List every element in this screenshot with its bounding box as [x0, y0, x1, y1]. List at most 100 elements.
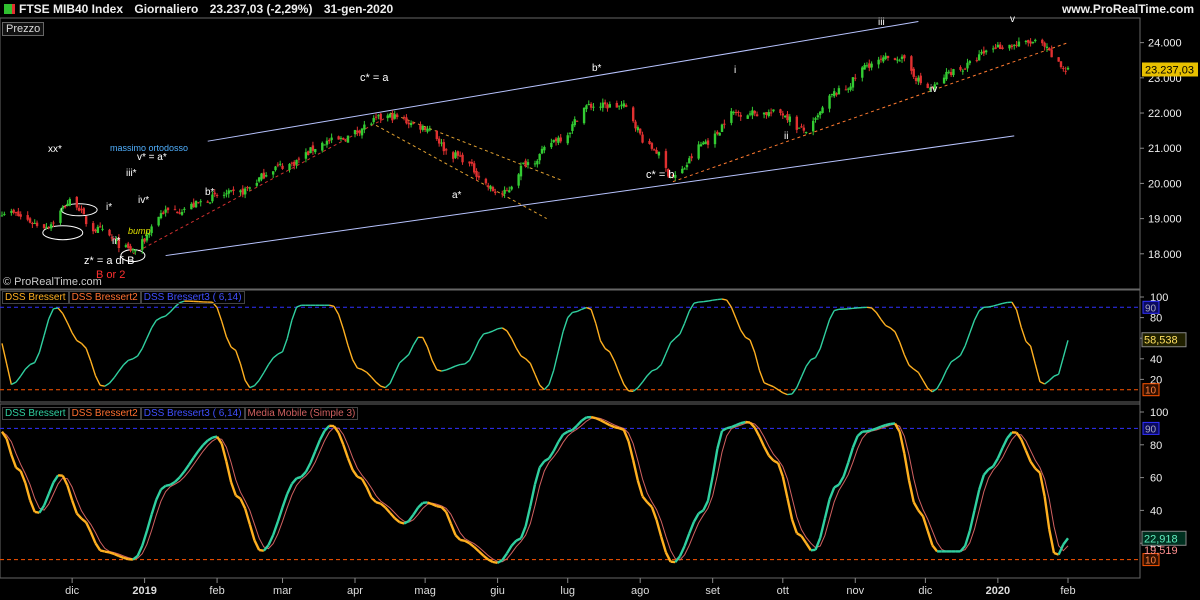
candle-body [491, 186, 495, 192]
candle-body [926, 83, 929, 89]
candle-body [844, 89, 848, 91]
candle-body [484, 178, 488, 184]
annot-c-a: c* = a [360, 72, 389, 84]
candle-body [702, 142, 705, 145]
candle-body [295, 159, 298, 165]
candle-body [164, 209, 167, 213]
candle-body [101, 228, 104, 230]
candle-body [377, 115, 380, 117]
instrument-title: FTSE MIB40 Index [19, 2, 124, 16]
candle-body [1050, 49, 1053, 58]
candle-body [227, 190, 230, 194]
candle-body [779, 109, 782, 114]
candle-body [176, 211, 179, 214]
candle-body [765, 112, 768, 116]
candle-body [94, 229, 97, 232]
candle-body [150, 226, 153, 234]
osc2-segment [118, 554, 124, 559]
candle-body [26, 215, 29, 220]
osc1-segment [460, 363, 465, 366]
candle-body [624, 105, 628, 107]
annot-c-b: c* = b [646, 169, 675, 181]
candle-body [819, 111, 822, 115]
candle-body [800, 126, 803, 128]
candle-body [1057, 57, 1060, 62]
candle-body [526, 162, 530, 166]
candle-body [405, 117, 408, 124]
candle-body [942, 77, 946, 84]
candle-body [699, 144, 703, 147]
candle-body [788, 116, 792, 122]
candle-body [1059, 61, 1063, 68]
candle-body [293, 161, 296, 166]
osc2-segment [740, 420, 746, 425]
osc2-segment [726, 425, 732, 430]
candle-body [173, 209, 177, 211]
candle-body [129, 246, 132, 251]
osc2-segment [567, 428, 573, 433]
candle-body [33, 222, 36, 224]
candle-body [884, 55, 887, 59]
candle-body [437, 138, 441, 144]
candle-body [307, 151, 310, 155]
candle-body [197, 202, 200, 204]
candle-body [14, 211, 18, 214]
candle-body [419, 124, 422, 130]
candle-body [208, 202, 212, 204]
candle-body [314, 149, 317, 153]
osc1-segment [53, 307, 59, 310]
annot-iv: iv* [138, 195, 150, 206]
candle-body [734, 112, 738, 114]
candle-body [321, 142, 324, 151]
candle-body [748, 113, 752, 115]
candle-body [442, 142, 446, 152]
candle-body [634, 121, 637, 129]
candle-body [886, 55, 890, 58]
candle-body [716, 131, 719, 134]
candle-body [653, 149, 656, 151]
candle-body [919, 75, 922, 84]
candle-body [896, 59, 899, 61]
osc2-ytick-label: 60 [1150, 473, 1162, 485]
xaxis-label: nov [846, 585, 864, 597]
candle-body [636, 127, 640, 131]
candle-body [797, 127, 801, 129]
candle-body [1024, 40, 1028, 43]
candle-body [585, 105, 588, 110]
candle-body [61, 206, 64, 209]
osc2-segment [296, 475, 302, 480]
candle-body [339, 137, 343, 139]
candle-body [650, 143, 654, 149]
osc2-segment [880, 423, 887, 428]
candle-body [363, 124, 366, 130]
candle-body [575, 120, 579, 122]
candle-body [863, 65, 866, 70]
candle-body [458, 155, 462, 157]
candle-body [781, 113, 784, 116]
site-link[interactable]: www.ProRealTime.com [1062, 2, 1194, 18]
candle-body [225, 193, 228, 195]
candle-body [755, 114, 759, 117]
candle-body [1031, 42, 1035, 44]
candle-body [517, 174, 520, 186]
candle-body [1034, 39, 1037, 42]
osc2-segment [590, 415, 597, 420]
candle-body [477, 175, 481, 178]
candle-body [783, 115, 787, 118]
osc2-segment [258, 548, 264, 552]
candle-body [631, 107, 635, 122]
candle-body [131, 249, 135, 251]
candle-body [183, 208, 186, 210]
candle-body [849, 86, 852, 90]
osc2-level-low-label: 10 [1145, 556, 1157, 567]
candle-body [571, 124, 574, 131]
osc2-segment [875, 425, 882, 430]
candle-body [372, 118, 375, 123]
candle-body [903, 55, 906, 59]
osc2-segment [618, 427, 625, 432]
candle-body [1013, 44, 1016, 46]
candle-body [386, 115, 389, 119]
candle-body [786, 114, 789, 121]
osc2-segment [871, 427, 877, 432]
candle-body [982, 50, 986, 54]
